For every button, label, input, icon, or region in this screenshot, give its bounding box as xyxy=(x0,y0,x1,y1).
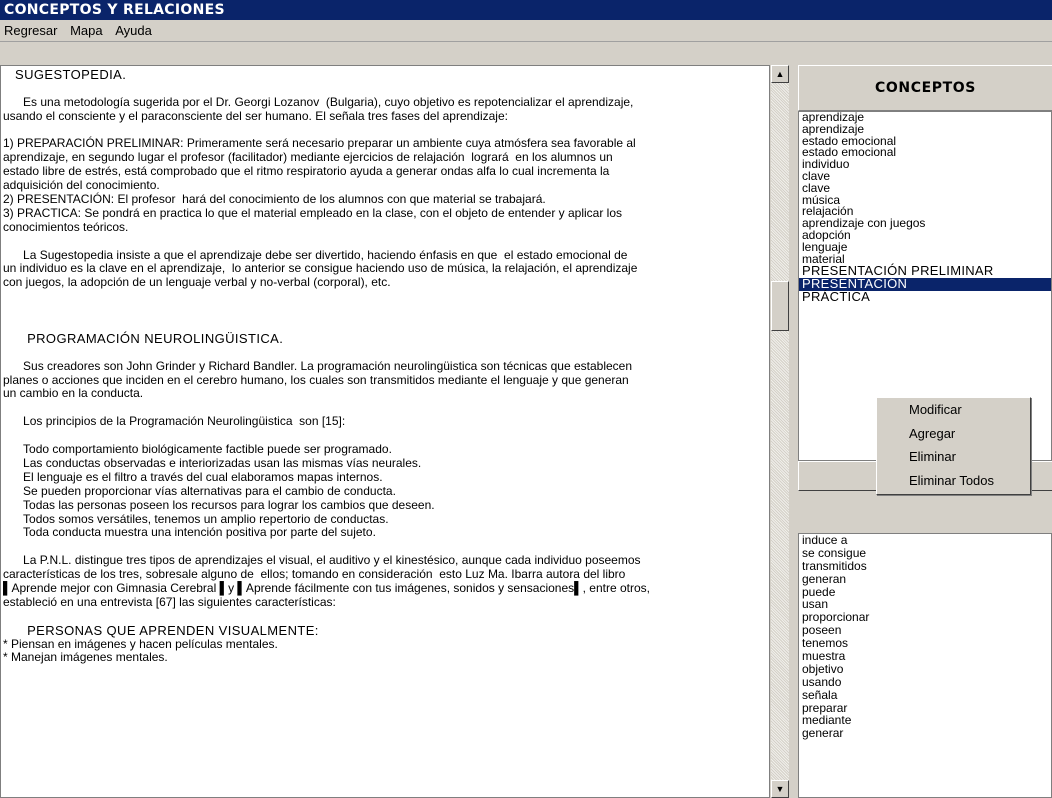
arrow-up-icon: ▲ xyxy=(775,69,785,79)
scroll-up-button[interactable]: ▲ xyxy=(771,65,789,83)
document-text: SUGESTOPEDIA. Es una metodología sugerid… xyxy=(3,68,767,665)
text-line: estado libre de estrés, está comprobado … xyxy=(3,164,610,179)
text-line: Todas las personas poseen los recursos p… xyxy=(3,497,435,512)
section-heading: PROGRAMACIÓN NEUROLINGÜISTICA. xyxy=(3,330,284,346)
text-line xyxy=(3,318,767,332)
text-line: con juegos, la adopción de un lenguaje v… xyxy=(3,275,391,290)
menu-item-modificar[interactable]: Modificar xyxy=(877,398,1030,422)
scroll-thumb[interactable] xyxy=(771,281,789,331)
text-line: Sus creadores son John Grinder y Richard… xyxy=(3,358,633,373)
concepto-item[interactable]: clave xyxy=(799,170,1051,183)
scroll-down-button[interactable]: ▼ xyxy=(771,780,789,798)
text-line: El lenguaje es el filtro a través del cu… xyxy=(3,469,383,484)
relacion-item[interactable]: señala xyxy=(799,688,1051,702)
text-line: planes o acciones que inciden en el cere… xyxy=(3,372,629,387)
relacion-item[interactable]: objetivo xyxy=(799,663,1051,676)
window-title: CONCEPTOS Y RELACIONES xyxy=(0,0,1052,20)
conceptos-header: CONCEPTOS xyxy=(798,65,1052,111)
text-line: características de los tres, sobresale a… xyxy=(3,567,626,582)
text-line xyxy=(3,429,767,443)
text-line xyxy=(3,235,767,249)
text-line: * Piensan en imágenes y hacen películas … xyxy=(3,636,278,651)
text-line: ▌Aprende mejor con Gimnasia Cerebral ▌y … xyxy=(3,580,650,595)
menu-ayuda[interactable]: Ayuda xyxy=(114,23,153,38)
text-line: un individuo es la clave en el aprendiza… xyxy=(3,261,638,276)
menu-item-eliminar[interactable]: Eliminar xyxy=(877,445,1030,469)
relaciones-header xyxy=(798,491,1052,533)
text-line: usando el consciente y el paraconsciente… xyxy=(3,108,508,123)
section-heading: PERSONAS QUE APRENDEN VISUALMENTE: xyxy=(3,622,319,638)
context-menu: Modificar Agregar Eliminar Eliminar Todo… xyxy=(876,397,1031,495)
concepto-item[interactable]: PRÁCTICA xyxy=(799,290,1051,304)
text-line: Es una metodología sugerida por el Dr. G… xyxy=(3,94,634,109)
text-scrollbar[interactable]: ▲ ▼ xyxy=(771,65,789,798)
relacion-item[interactable]: muestra xyxy=(799,650,1051,663)
arrow-down-icon: ▼ xyxy=(775,784,785,794)
text-line: Las conductas observadas e interiorizada… xyxy=(3,455,422,470)
text-line: La P.N.L. distingue tres tipos de aprend… xyxy=(3,553,641,568)
relacion-item[interactable]: puede xyxy=(799,585,1051,599)
text-line: conocimientos teóricos. xyxy=(3,219,129,234)
panel-divider xyxy=(789,42,798,798)
relaciones-list[interactable]: induce a se consigue transmitidos generan pu… xyxy=(798,533,1052,798)
menu-bar: Regresar Mapa Ayuda xyxy=(0,20,1052,42)
text-line: Los principios de la Programación Neurol… xyxy=(3,414,346,429)
section-heading: SUGESTOPEDIA. xyxy=(3,67,127,82)
text-line xyxy=(3,401,767,415)
text-line xyxy=(3,346,767,360)
text-line: aprendizaje, en segundo lugar el profeso… xyxy=(3,150,613,165)
relacion-item[interactable]: generan xyxy=(799,572,1051,586)
relacion-item[interactable]: generar xyxy=(799,727,1051,740)
text-line: 3) PRACTICA: Se pondrá en practica lo qu… xyxy=(3,205,623,220)
relacion-item[interactable]: usando xyxy=(799,675,1051,689)
text-line xyxy=(3,540,767,554)
relacion-item[interactable]: induce a xyxy=(799,534,1051,547)
text-line: adquisición del conocimiento. xyxy=(3,178,160,193)
text-line: 1) PREPARACIÓN PRELIMINAR: Primeramente … xyxy=(3,136,636,151)
text-line xyxy=(3,82,767,96)
text-line: 2) PRESENTACIÓN: El profesor hará del co… xyxy=(3,192,546,207)
text-line xyxy=(3,610,767,624)
text-line: estableció en una entrevista [67] las si… xyxy=(3,594,336,609)
relacion-item[interactable]: se consigue xyxy=(799,546,1051,560)
text-line: Todos somos versátiles, tenemos un ampli… xyxy=(3,511,389,526)
menu-regresar[interactable]: Regresar xyxy=(3,23,58,38)
text-line xyxy=(3,290,767,304)
text-line: La Sugestopedia insiste a que el aprendi… xyxy=(3,247,628,262)
text-line: Se pueden proporcionar vías alternativas… xyxy=(3,483,396,498)
text-line: Todo comportamiento biológicamente facti… xyxy=(3,442,392,457)
text-line: * Manejan imágenes mentales. xyxy=(3,650,168,665)
menu-item-agregar[interactable]: Agregar xyxy=(877,422,1030,446)
relacion-item[interactable]: transmitidos xyxy=(799,559,1051,573)
text-line: un cambio en la conducta. xyxy=(3,386,144,401)
menu-item-eliminar-todos[interactable]: Eliminar Todos xyxy=(877,469,1030,493)
menu-mapa[interactable]: Mapa xyxy=(69,23,104,38)
text-line: Toda conducta muestra una intención posi… xyxy=(3,525,376,540)
document-text-area[interactable]: SUGESTOPEDIA. Es una metodología sugerid… xyxy=(0,65,770,798)
concepto-item[interactable]: individuo xyxy=(799,158,1051,171)
text-line xyxy=(3,304,767,318)
